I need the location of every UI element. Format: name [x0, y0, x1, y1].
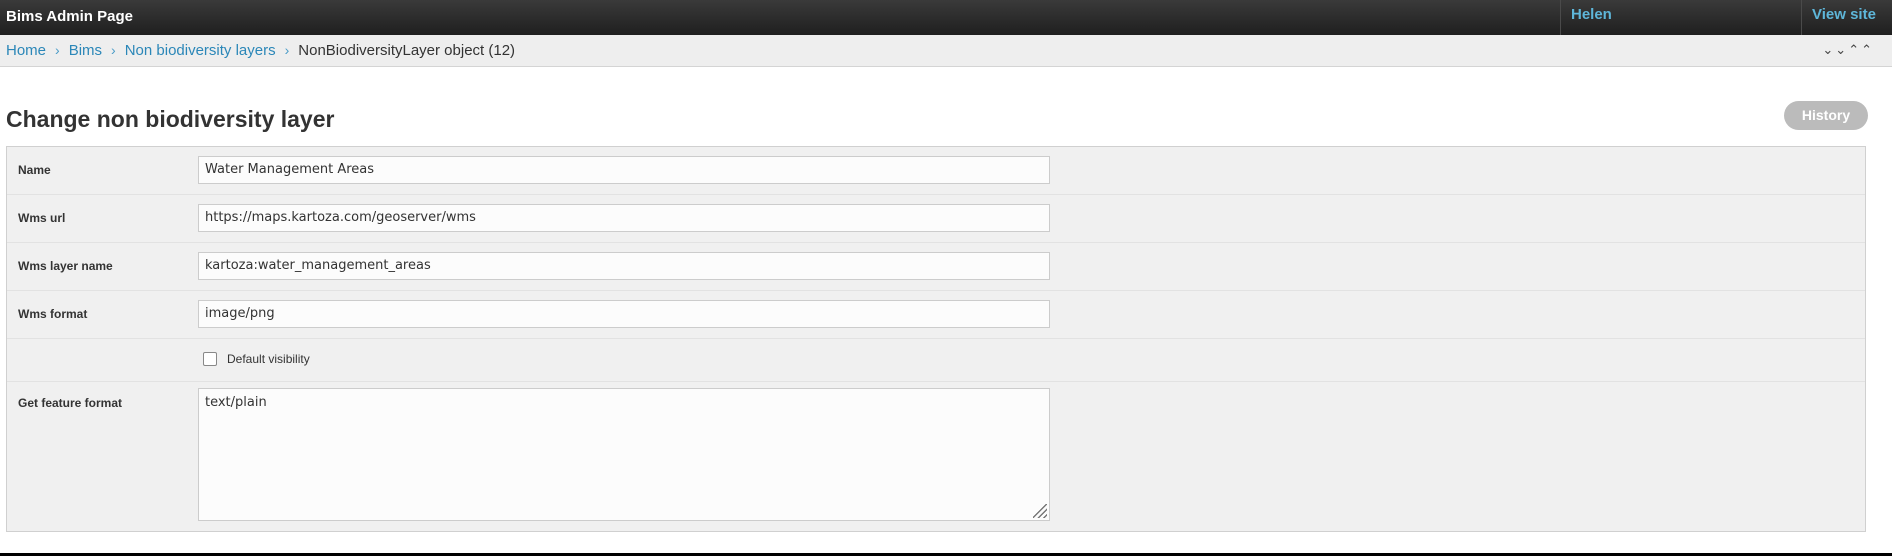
name-label: Name: [18, 163, 51, 177]
wms-format-input[interactable]: image/png: [198, 300, 1050, 328]
view-site-link[interactable]: View site: [1801, 0, 1892, 35]
admin-page: Bims Admin Page Helen View site Home › Bim…: [0, 0, 1892, 553]
wms-layer-name-input[interactable]: kartoza:water_management_areas: [198, 252, 1050, 280]
breadcrumb-home[interactable]: Home: [6, 42, 46, 59]
breadcrumb-separator: ›: [111, 42, 116, 58]
default-visibility-label[interactable]: Default visibility: [227, 352, 310, 366]
breadcrumb: Home › Bims › Non biodiversity layers › NonBio…: [0, 35, 1892, 67]
get-feature-format-label: Get feature format: [18, 396, 123, 410]
form-row-wms-layer-name: Wms layer name kartoza:water_management_…: [7, 243, 1865, 291]
breadcrumb-separator: ›: [284, 42, 290, 58]
form-row-get-feature-format: Get feature format text/plain: [7, 382, 1865, 532]
get-feature-format-value: text/plain: [205, 395, 267, 410]
form-row-wms-url: Wms url https://maps.kartoza.com/geoserv…: [7, 195, 1865, 243]
get-feature-format-textarea[interactable]: text/plain: [198, 388, 1050, 521]
site-title[interactable]: Bims Admin Page: [6, 8, 133, 25]
wms-url-label: Wms url: [18, 211, 66, 225]
name-input[interactable]: Water Management Areas: [198, 156, 1050, 184]
toggle-controls: ⌄⌄⌃⌃: [1822, 35, 1874, 65]
form-row-default-visibility: Default visibility: [7, 339, 1865, 382]
header-bar: Bims Admin Page Helen View site: [0, 0, 1892, 35]
user-link[interactable]: Helen: [1560, 0, 1801, 35]
form-row-wms-format: Wms format image/png: [7, 291, 1865, 339]
wms-format-label: Wms format: [18, 307, 88, 321]
change-form: Name Water Management Areas Wms url http…: [6, 146, 1866, 532]
breadcrumb-bims[interactable]: Bims: [69, 42, 102, 59]
breadcrumb-non-biodiversity-layers[interactable]: Non biodiversity layers: [125, 42, 276, 59]
history-button[interactable]: History: [1784, 101, 1868, 130]
breadcrumb-current: NonBiodiversityLayer object (12): [298, 42, 516, 59]
wms-layer-name-label: Wms layer name: [18, 259, 113, 273]
user-tools: Helen View site: [1560, 0, 1892, 35]
form-row-name: Name Water Management Areas: [7, 147, 1865, 195]
resize-handle-icon[interactable]: [1033, 504, 1047, 518]
page-title: Change non biodiversity layer: [6, 106, 335, 132]
wms-url-input[interactable]: https://maps.kartoza.com/geoserver/wms: [198, 204, 1050, 232]
chevron-double-down-icon[interactable]: ⌄⌄: [1822, 42, 1848, 57]
default-visibility-checkbox[interactable]: [203, 352, 217, 366]
chevron-double-up-icon[interactable]: ⌃⌃: [1848, 42, 1874, 57]
breadcrumb-separator: ›: [55, 42, 60, 58]
